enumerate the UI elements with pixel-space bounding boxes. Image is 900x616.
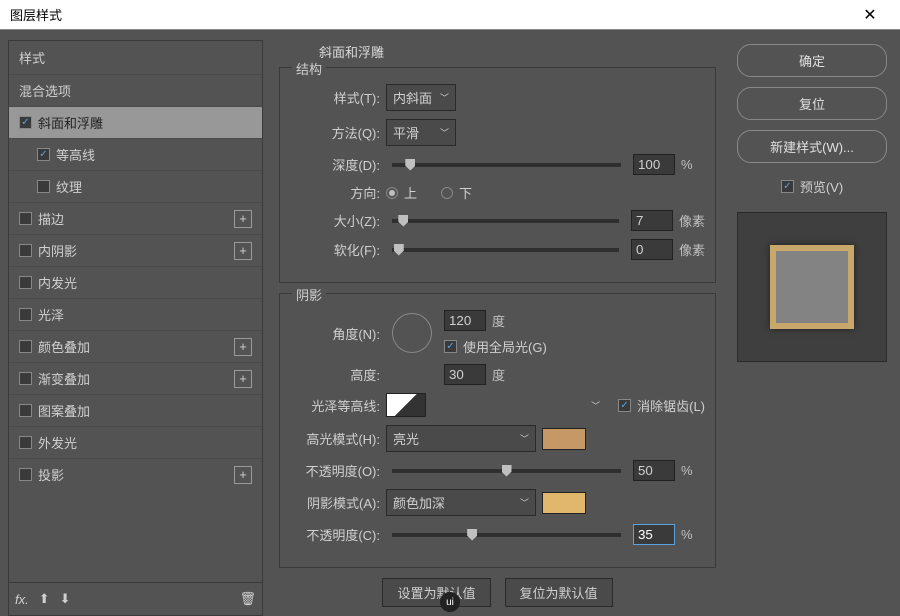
chevron-down-icon: ﹀: [440, 91, 449, 104]
style-checkbox[interactable]: [19, 404, 32, 417]
style-checkbox[interactable]: [19, 308, 32, 321]
sidebar-footer: fx. ⬆ ⬇ 🗑: [8, 583, 263, 616]
style-checkbox[interactable]: [19, 372, 32, 385]
shadow-group: 阴影 角度(N): 度 使用全局光(G) 高度:: [279, 293, 716, 568]
plus-icon[interactable]: +: [234, 210, 252, 228]
style-label: 内阴影: [38, 241, 228, 260]
style-label: 描边: [38, 209, 228, 228]
style-label: 颜色叠加: [38, 337, 228, 356]
cancel-button[interactable]: 复位: [737, 87, 887, 120]
shadow-opacity-slider[interactable]: [392, 533, 621, 537]
style-label: 等高线: [56, 145, 252, 164]
highlight-color-swatch[interactable]: [542, 428, 586, 450]
sidebar-item-4[interactable]: 内阴影 +: [9, 234, 262, 266]
style-checkbox[interactable]: [19, 436, 32, 449]
size-slider[interactable]: [392, 219, 619, 223]
style-checkbox[interactable]: [19, 468, 32, 481]
watermark-icon: ui: [440, 592, 460, 612]
style-label: 斜面和浮雕: [38, 113, 252, 132]
global-light-checkbox[interactable]: [444, 340, 457, 353]
sidebar-header-blend[interactable]: 混合选项: [9, 74, 262, 106]
settings-panel: 斜面和浮雕 结构 样式(T): 内斜面﹀ 方法(Q): 平滑﹀ 深度(D): %: [271, 40, 724, 616]
preview-checkbox[interactable]: [781, 180, 794, 193]
soften-input[interactable]: [631, 239, 673, 260]
style-label: 纹理: [56, 177, 252, 196]
styles-sidebar: 样式 混合选项 斜面和浮雕等高线纹理描边 + 内阴影 + 内发光光泽颜色叠加 + 渐变叠加 +…: [8, 40, 263, 616]
plus-icon[interactable]: +: [234, 466, 252, 484]
chevron-down-icon: ﹀: [440, 126, 449, 139]
highlight-opacity-input[interactable]: [633, 460, 675, 481]
direction-up-radio[interactable]: [386, 187, 398, 199]
titlebar: 图层样式 ✕: [0, 0, 900, 30]
sidebar-item-8[interactable]: 渐变叠加 +: [9, 362, 262, 394]
altitude-input[interactable]: [444, 364, 486, 385]
shadow-color-swatch[interactable]: [542, 492, 586, 514]
arrow-up-icon[interactable]: ⬆: [39, 591, 50, 607]
shadow-opacity-input[interactable]: [633, 524, 675, 545]
angle-wheel[interactable]: [392, 313, 432, 353]
direction-down-radio[interactable]: [441, 187, 453, 199]
sidebar-item-7[interactable]: 颜色叠加 +: [9, 330, 262, 362]
style-label: 图案叠加: [38, 401, 252, 420]
right-panel: 确定 复位 新建样式(W)... 预览(V): [732, 40, 892, 616]
chevron-down-icon: ﹀: [520, 496, 529, 509]
reset-default-button[interactable]: 复位为默认值: [505, 578, 613, 607]
sidebar-item-10[interactable]: 外发光: [9, 426, 262, 458]
style-label: 内发光: [38, 273, 252, 292]
style-checkbox[interactable]: [37, 180, 50, 193]
style-checkbox[interactable]: [19, 340, 32, 353]
trash-icon[interactable]: 🗑: [239, 591, 256, 607]
style-checkbox[interactable]: [19, 212, 32, 225]
style-checkbox[interactable]: [37, 148, 50, 161]
depth-slider[interactable]: [392, 163, 621, 167]
style-label: 渐变叠加: [38, 369, 228, 388]
preview-thumbnail: [737, 212, 887, 362]
make-default-button[interactable]: 设置为默认值: [382, 578, 490, 607]
sidebar-item-5[interactable]: 内发光: [9, 266, 262, 298]
highlight-opacity-slider[interactable]: [392, 469, 621, 473]
gloss-contour[interactable]: [386, 393, 426, 417]
sidebar-item-3[interactable]: 描边 +: [9, 202, 262, 234]
plus-icon[interactable]: +: [234, 370, 252, 388]
window-title: 图层样式: [10, 5, 850, 24]
style-checkbox[interactable]: [19, 276, 32, 289]
style-checkbox[interactable]: [19, 244, 32, 257]
antialias-checkbox[interactable]: [618, 399, 631, 412]
sidebar-item-2[interactable]: 纹理: [9, 170, 262, 202]
sidebar-item-1[interactable]: 等高线: [9, 138, 262, 170]
style-label: 外发光: [38, 433, 252, 452]
plus-icon[interactable]: +: [234, 338, 252, 356]
sidebar-item-9[interactable]: 图案叠加: [9, 394, 262, 426]
angle-input[interactable]: [444, 310, 486, 331]
style-checkbox[interactable]: [19, 116, 32, 129]
highlight-mode-dropdown[interactable]: 亮光﹀: [386, 425, 536, 452]
method-dropdown[interactable]: 平滑﹀: [386, 119, 456, 146]
fx-menu[interactable]: fx.: [15, 592, 29, 607]
soften-slider[interactable]: [392, 248, 619, 252]
depth-input[interactable]: [633, 154, 675, 175]
close-icon[interactable]: ✕: [850, 5, 890, 25]
chevron-down-icon[interactable]: ﹀: [591, 399, 600, 412]
arrow-down-icon[interactable]: ⬇: [60, 591, 71, 607]
sidebar-header-styles[interactable]: 样式: [9, 41, 262, 74]
panel-title: 斜面和浮雕: [319, 42, 716, 61]
style-dropdown[interactable]: 内斜面﹀: [386, 84, 456, 111]
sidebar-item-6[interactable]: 光泽: [9, 298, 262, 330]
size-input[interactable]: [631, 210, 673, 231]
ok-button[interactable]: 确定: [737, 44, 887, 77]
new-style-button[interactable]: 新建样式(W)...: [737, 130, 887, 163]
shadow-mode-dropdown[interactable]: 颜色加深﹀: [386, 489, 536, 516]
plus-icon[interactable]: +: [234, 242, 252, 260]
chevron-down-icon: ﹀: [520, 432, 529, 445]
structure-group: 结构 样式(T): 内斜面﹀ 方法(Q): 平滑﹀ 深度(D): % 方向: [279, 67, 716, 283]
style-label: 投影: [38, 465, 228, 484]
sidebar-item-0[interactable]: 斜面和浮雕: [9, 106, 262, 138]
style-label: 光泽: [38, 305, 252, 324]
sidebar-item-11[interactable]: 投影 +: [9, 458, 262, 490]
